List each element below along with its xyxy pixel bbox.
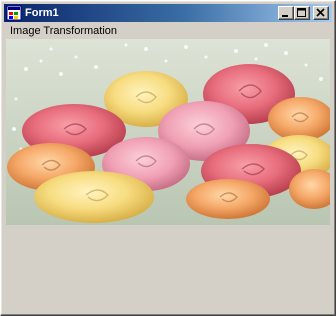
- form-client-area: Image Transformation: [4, 23, 332, 312]
- close-button[interactable]: [313, 6, 329, 20]
- window-title: Form1: [25, 7, 59, 19]
- form1-window: Form1 Image Transformation: [0, 0, 336, 316]
- title-bar[interactable]: Form1: [4, 4, 332, 22]
- maximize-icon: [297, 8, 306, 17]
- image-caption-label: Image Transformation: [10, 25, 117, 37]
- rose-bouquet-image: [6, 39, 330, 225]
- windows-form-icon[interactable]: [6, 5, 22, 21]
- maximize-button[interactable]: [294, 6, 310, 20]
- picture-box[interactable]: [6, 39, 330, 225]
- minimize-button[interactable]: [278, 6, 294, 20]
- minimize-icon: [282, 15, 288, 17]
- close-icon: [316, 8, 325, 17]
